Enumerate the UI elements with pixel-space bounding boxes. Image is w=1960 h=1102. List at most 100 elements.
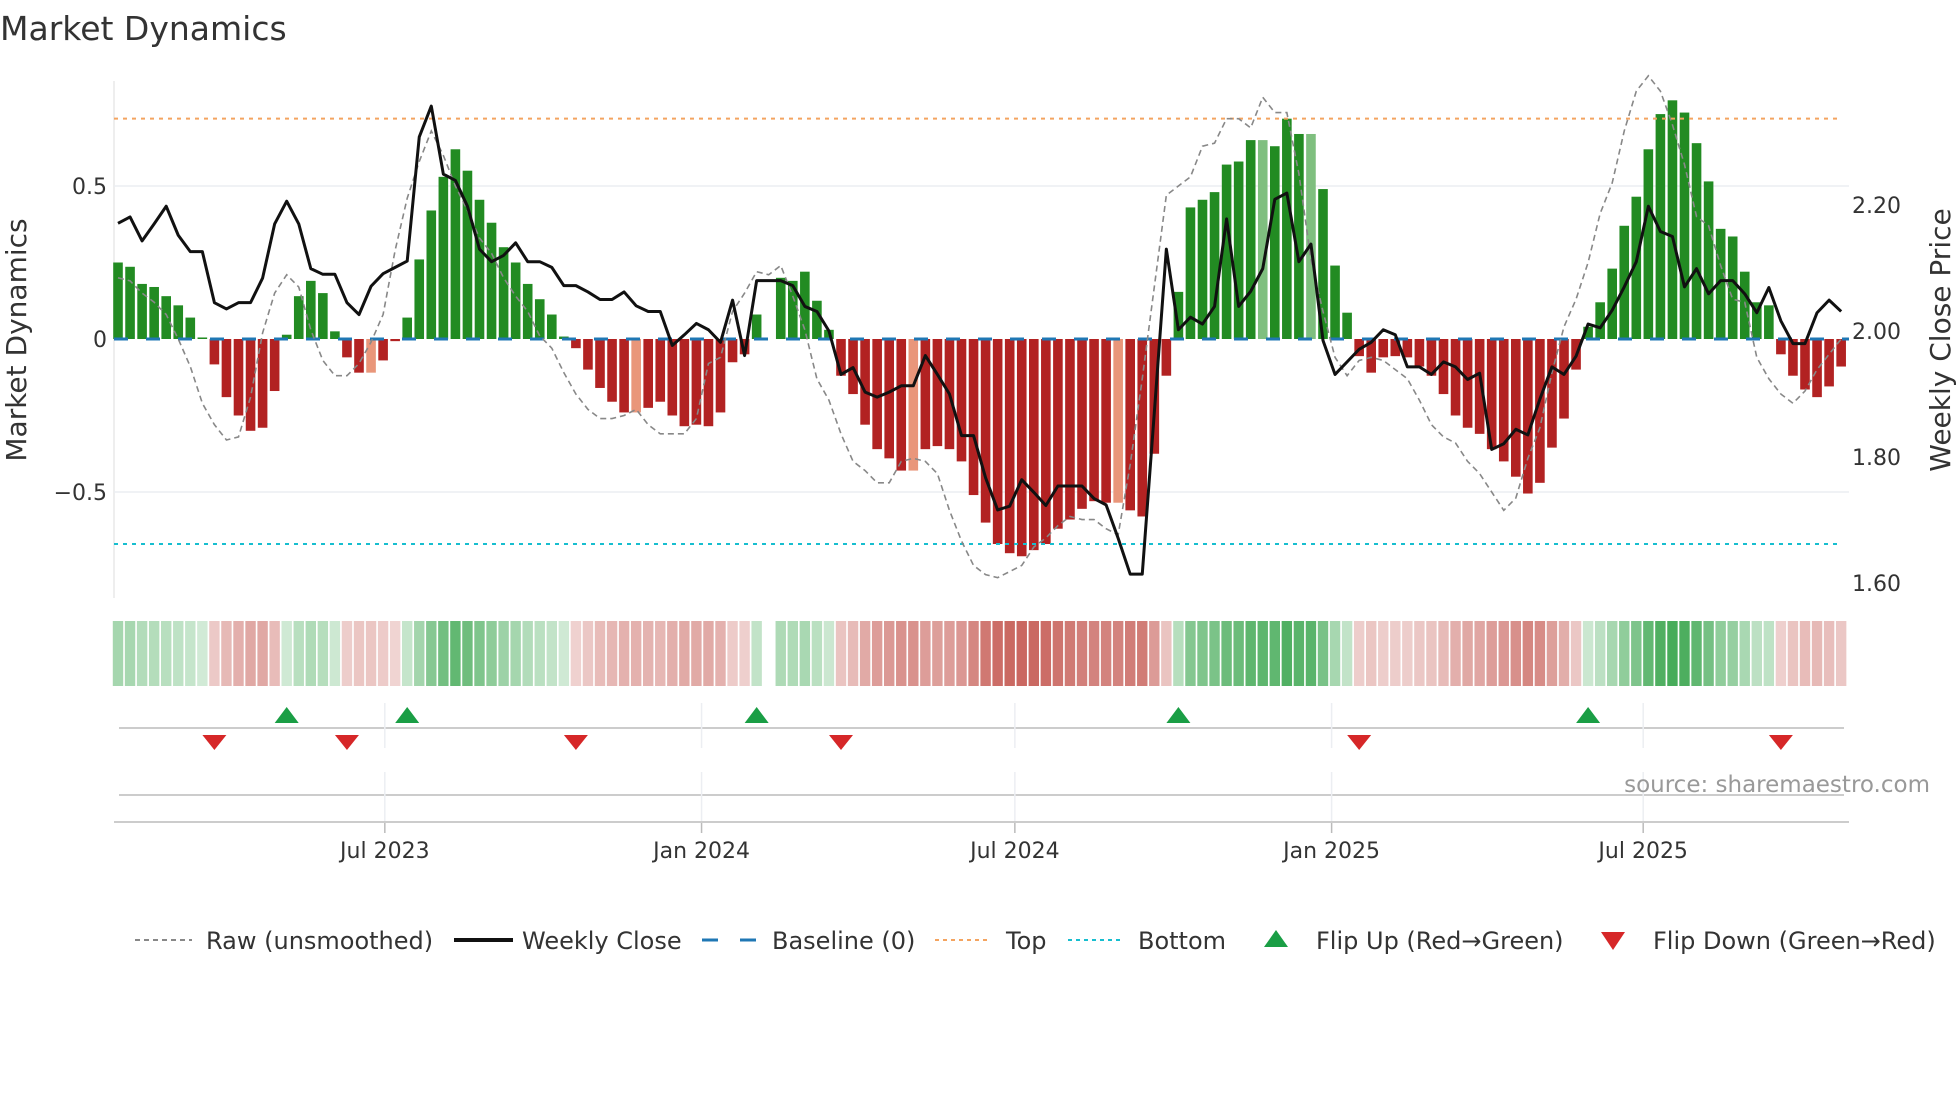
legend-label: Baseline (0) bbox=[772, 927, 915, 955]
momentum-bar bbox=[474, 199, 485, 339]
heatmap-cell bbox=[1739, 621, 1750, 686]
flip-up-marker bbox=[274, 707, 299, 723]
heatmap-cell bbox=[727, 621, 738, 686]
heatmap-cell bbox=[546, 621, 557, 686]
momentum-bar bbox=[1016, 339, 1027, 557]
heatmap-cell bbox=[1125, 621, 1136, 686]
heatmap-cell bbox=[112, 621, 124, 686]
heatmap-cell bbox=[1631, 621, 1642, 686]
heatmap-cell bbox=[1426, 621, 1437, 686]
momentum-bar bbox=[643, 339, 653, 408]
momentum-bar bbox=[1378, 339, 1389, 358]
x-tick-label: Jan 2025 bbox=[1281, 839, 1380, 864]
heatmap-cell bbox=[161, 621, 172, 686]
heatmap-cell bbox=[1703, 621, 1714, 686]
heatmap-cell bbox=[968, 621, 979, 686]
heatmap-cell bbox=[956, 621, 967, 686]
heatmap-cell bbox=[522, 621, 533, 686]
heatmap-cell bbox=[667, 621, 678, 686]
heatmap-cell bbox=[293, 621, 304, 686]
momentum-bar bbox=[1065, 339, 1075, 520]
momentum-bar bbox=[667, 339, 678, 416]
momentum-bar bbox=[775, 277, 786, 339]
x-tick-label: Jan 2024 bbox=[651, 839, 750, 864]
heatmap-cell bbox=[1811, 621, 1823, 686]
momentum-bar bbox=[306, 280, 316, 339]
heatmap-cell bbox=[1233, 621, 1244, 686]
momentum-bar bbox=[1679, 112, 1690, 339]
heatmap-cell bbox=[173, 621, 184, 686]
heatmap-cell bbox=[1293, 621, 1305, 686]
heatmap-cell bbox=[1558, 621, 1570, 686]
y2-axis-label: Weekly Close Price bbox=[1924, 208, 1957, 471]
legend-label: Raw (unsmoothed) bbox=[206, 927, 433, 955]
heatmap-cell bbox=[534, 621, 545, 686]
heatmap-cell bbox=[257, 621, 268, 686]
heatmap-cell bbox=[1607, 621, 1618, 686]
momentum-bar bbox=[137, 283, 147, 339]
heatmap-cell bbox=[1727, 621, 1738, 686]
heatmap-cell bbox=[1462, 621, 1473, 686]
momentum-bar bbox=[113, 262, 123, 339]
y2-tick-label: 2.00 bbox=[1852, 320, 1901, 345]
momentum-bar bbox=[221, 339, 232, 398]
heatmap-cell bbox=[1353, 621, 1365, 686]
flip-down-marker bbox=[1768, 735, 1793, 750]
legend-flip-up-icon bbox=[1264, 930, 1288, 947]
heatmap-cell bbox=[1100, 621, 1112, 686]
momentum-bar bbox=[1511, 339, 1521, 477]
momentum-bar bbox=[1764, 305, 1774, 339]
momentum-bar bbox=[1824, 339, 1834, 387]
momentum-bar bbox=[751, 314, 762, 339]
chart-title: Market Dynamics bbox=[0, 9, 287, 48]
momentum-bar bbox=[125, 266, 135, 339]
momentum-bar bbox=[1342, 312, 1352, 339]
momentum-bar bbox=[378, 339, 388, 361]
heatmap-cell bbox=[582, 621, 594, 686]
heatmap-cell bbox=[1450, 621, 1461, 686]
heatmap-cell bbox=[980, 621, 991, 686]
momentum-bar bbox=[1776, 339, 1786, 355]
momentum-bar bbox=[1547, 339, 1557, 448]
heatmap-cell bbox=[1161, 621, 1172, 686]
heatmap-cell bbox=[570, 621, 582, 686]
momentum-bar bbox=[534, 299, 545, 339]
heatmap-cell bbox=[486, 621, 497, 686]
y-axis-right: 2.20 2.00 1.80 1.60 bbox=[1852, 194, 1901, 597]
momentum-bar bbox=[1559, 339, 1569, 419]
heatmap-cell bbox=[233, 621, 244, 686]
heatmap-cell bbox=[1197, 621, 1208, 686]
heatmap-cell bbox=[992, 621, 1003, 686]
heatmap-cell bbox=[847, 621, 859, 686]
momentum-bar bbox=[402, 317, 412, 339]
heatmap-cell bbox=[1040, 621, 1052, 686]
momentum-bar bbox=[812, 300, 822, 339]
heatmap-cell bbox=[1534, 621, 1546, 686]
heatmap-cell bbox=[823, 621, 835, 686]
heatmap-cell bbox=[1619, 621, 1630, 686]
momentum-bar bbox=[293, 296, 304, 339]
heatmap-cell bbox=[884, 621, 895, 686]
heatmap-cell bbox=[462, 621, 473, 686]
legend: Raw (unsmoothed) Weekly Close Baseline (0)… bbox=[135, 927, 1936, 955]
heatmap-cell bbox=[739, 621, 750, 686]
heatmap-cell bbox=[1823, 621, 1835, 686]
momentum-bar bbox=[908, 339, 919, 471]
momentum-bar bbox=[932, 339, 943, 447]
heatmap-cell bbox=[1149, 621, 1160, 686]
heatmap-cell bbox=[1402, 621, 1413, 686]
x-tick-label: Jul 2025 bbox=[1596, 839, 1688, 864]
heatmap-cell bbox=[329, 621, 341, 686]
heatmap-cell bbox=[377, 621, 389, 686]
heatmap-cell bbox=[811, 621, 823, 686]
heatmap-cell bbox=[1221, 621, 1232, 686]
momentum-bar bbox=[980, 339, 991, 523]
heatmap-cell bbox=[1209, 621, 1220, 686]
flip-up-marker bbox=[1166, 707, 1191, 723]
heatmap-cell bbox=[618, 621, 630, 686]
heatmap-cell bbox=[1390, 621, 1401, 686]
heatmap-cell bbox=[1305, 621, 1317, 686]
momentum-bar bbox=[968, 339, 979, 496]
heatmap-cell bbox=[1112, 621, 1124, 686]
flip-markers-panel bbox=[119, 707, 1844, 796]
